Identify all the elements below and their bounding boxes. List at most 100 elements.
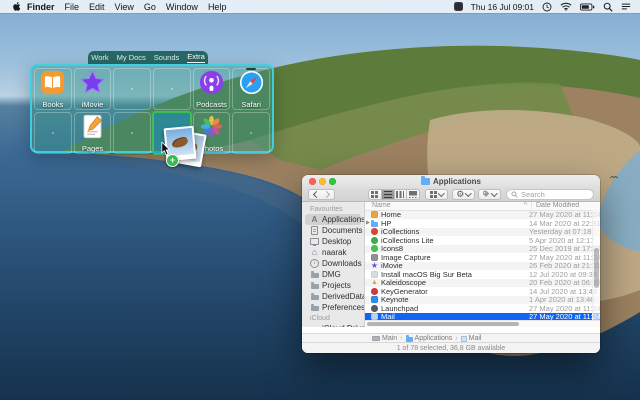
time-machine-icon[interactable] <box>542 2 552 12</box>
forward-button[interactable] <box>321 189 335 200</box>
window-titlebar[interactable]: Applications <box>302 175 600 187</box>
zoom-button[interactable] <box>329 178 336 185</box>
minimize-button[interactable] <box>319 178 326 185</box>
app-square-icon <box>371 271 378 278</box>
list-view-icon <box>384 191 392 198</box>
spotlight-icon[interactable] <box>603 2 613 12</box>
menu-item-view[interactable]: View <box>115 2 134 12</box>
back-button[interactable] <box>308 189 322 200</box>
menu-items: File Edit View Go Window Help <box>65 2 227 12</box>
shelf-item-imovie[interactable]: iMovie <box>74 68 112 110</box>
search-placeholder: Search <box>521 190 545 199</box>
file-rows: Home27 May 2020 at 11:24▶HP14 Mar 2020 a… <box>365 211 600 328</box>
action-button[interactable]: ⚙ <box>452 189 475 200</box>
table-row[interactable]: Image Capture27 May 2020 at 11:24 <box>365 253 600 262</box>
table-row[interactable]: ▲Kaleidoscope20 Feb 2020 at 06:39 <box>365 279 600 288</box>
battery-icon[interactable] <box>580 3 595 11</box>
sidebar-item-icloud-drive[interactable]: ☁iCloud Drive <box>305 323 361 327</box>
path-item-applications[interactable]: Applications <box>406 335 453 342</box>
drag-ghost[interactable]: + <box>158 124 212 176</box>
group-button[interactable] <box>425 189 448 200</box>
shelf-item-pages[interactable]: Pages <box>74 112 112 154</box>
bird <box>610 166 618 184</box>
notification-center-icon[interactable] <box>621 2 631 11</box>
shelf-item-label: Podcasts <box>196 101 227 109</box>
table-row[interactable]: Icons825 Dec 2019 at 17:03 <box>365 245 600 254</box>
menu-item-edit[interactable]: Edit <box>89 2 105 12</box>
table-row[interactable]: Keynote1 Apr 2020 at 13:46 <box>365 296 600 305</box>
shelf-item-podcasts[interactable]: Podcasts <box>193 68 231 110</box>
path-item-label: Mail <box>469 335 482 342</box>
table-row[interactable]: Launchpad27 May 2020 at 11:24 <box>365 304 600 313</box>
path-item-mail[interactable]: Mail <box>461 335 482 342</box>
menu-active-app[interactable]: Finder <box>27 2 55 12</box>
search-input[interactable]: Search <box>506 189 594 200</box>
shelf-minimize-handle[interactable] <box>246 68 256 70</box>
menu-item-help[interactable]: Help <box>208 2 227 12</box>
close-button[interactable] <box>309 178 316 185</box>
sidebar-item-preferences[interactable]: Preferences <box>305 302 361 313</box>
status-bar: 1 of 78 selected, 36,8 GB available <box>302 342 600 353</box>
shelf-tab-sounds[interactable]: Sounds <box>154 53 179 63</box>
table-row[interactable]: ★iMovie26 Feb 2020 at 21:01 <box>365 262 600 271</box>
status-text: 1 of 78 selected, 36,8 GB available <box>397 345 506 352</box>
sidebar-item-deriveddata[interactable]: DerivedData <box>305 291 361 302</box>
icon-view-button[interactable] <box>369 190 382 199</box>
wifi-icon[interactable] <box>560 2 572 11</box>
books-icon <box>40 69 65 100</box>
menu-item-go[interactable]: Go <box>144 2 156 12</box>
table-row[interactable]: ▶HP14 Mar 2020 at 22:31 <box>365 219 600 228</box>
sidebar-item-dmg[interactable]: DMG <box>305 269 361 280</box>
folder-icon <box>310 293 319 301</box>
app-circle-icon <box>371 237 378 244</box>
mouse-cursor <box>161 142 171 162</box>
sidebar-item-label: naarak <box>322 248 346 257</box>
apple-icon[interactable] <box>12 1 21 12</box>
tag-icon <box>482 190 490 198</box>
menu-clock[interactable]: Thu 16 Jul 09:01 <box>471 2 534 12</box>
sidebar-item-naarak[interactable]: ⌂naarak <box>305 247 361 258</box>
table-row[interactable]: KeyGenerator14 Jul 2020 at 13:43 <box>365 287 600 296</box>
shelf-tab-extra[interactable]: Extra <box>187 52 205 63</box>
horizontal-scrollbar[interactable] <box>365 320 600 327</box>
table-row[interactable]: iCollectionsYesterday at 07:18 <box>365 228 600 237</box>
pages-icon <box>80 113 105 144</box>
vertical-scrollbar[interactable] <box>592 210 600 328</box>
sidebar-item-label: Applications <box>322 215 365 224</box>
sidebar-item-label: Documents <box>322 226 362 235</box>
menu-extra-icon[interactable] <box>454 2 463 11</box>
app-circle-icon <box>371 305 378 312</box>
sort-indicator: ^ <box>524 202 527 209</box>
vertical-scrollbar-thumb[interactable] <box>594 248 599 288</box>
shelf-empty-cell <box>153 68 191 110</box>
sidebar-item-downloads[interactable]: ↓Downloads <box>305 258 361 269</box>
shelf-item-safari[interactable]: Safari <box>232 68 270 110</box>
column-view-button[interactable] <box>395 190 408 199</box>
share-button[interactable] <box>478 189 501 200</box>
table-row[interactable]: Install macOS Big Sur Beta12 Jul 2020 at… <box>365 270 600 279</box>
horizontal-scrollbar-thumb[interactable] <box>367 322 519 326</box>
shelf-tab-my-docs[interactable]: My Docs <box>117 53 146 63</box>
table-row[interactable]: iCollections Lite5 Apr 2020 at 12:17 <box>365 236 600 245</box>
table-row[interactable]: Home27 May 2020 at 11:24 <box>365 211 600 220</box>
file-list: Name ^ Date Modified Home27 May 2020 at … <box>365 202 600 327</box>
home-icon: ⌂ <box>310 248 319 257</box>
downloads-icon: ↓ <box>310 259 319 268</box>
shelf-item-books[interactable]: Books <box>34 68 72 110</box>
shelf-tab-work[interactable]: Work <box>91 53 108 63</box>
path-item-main[interactable]: Main <box>372 335 397 342</box>
column-header-name[interactable]: Name ^ <box>365 202 532 209</box>
sidebar-item-documents[interactable]: Documents <box>305 225 361 236</box>
sidebar-item-applications[interactable]: AApplications <box>305 214 361 225</box>
gallery-view-button[interactable] <box>407 190 419 199</box>
group-icon <box>430 191 437 198</box>
column-header-date[interactable]: Date Modified <box>532 202 600 209</box>
sidebar-item-desktop[interactable]: Desktop <box>305 236 361 247</box>
shelf-item-label: Safari <box>241 101 261 109</box>
list-view-button[interactable] <box>382 190 395 199</box>
menu-item-window[interactable]: Window <box>166 2 198 12</box>
disk-icon <box>372 336 380 341</box>
menu-item-file[interactable]: File <box>65 2 80 12</box>
sidebar-item-projects[interactable]: Projects <box>305 280 361 291</box>
triangle-icon: ▲ <box>371 279 378 286</box>
